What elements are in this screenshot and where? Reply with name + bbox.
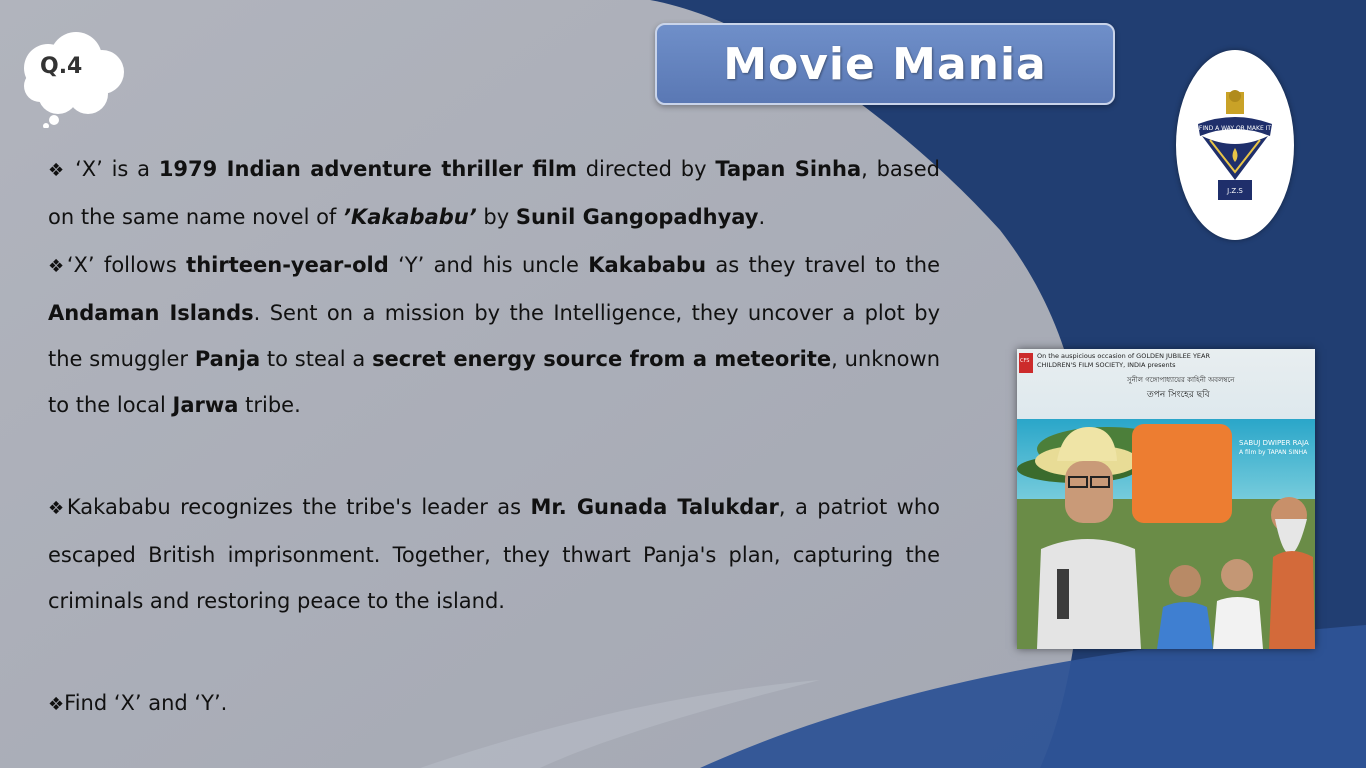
text-segment: directed by — [576, 157, 716, 181]
text-segment: as they travel to the — [706, 253, 940, 277]
text-segment: ‘X’ follows — [66, 253, 187, 277]
paragraph-4: ❖Find ‘X’ and ‘Y’. — [48, 680, 940, 728]
paragraph-2: ❖‘X’ follows thirteen-year-old ‘Y’ and h… — [48, 242, 940, 428]
title-banner: Movie Mania — [655, 23, 1115, 105]
question-number: Q.4 — [40, 54, 83, 79]
bold-text: Sunil Gangopadhyay — [515, 205, 759, 229]
text-segment: ‘Y’ and his uncle — [388, 253, 589, 277]
text-segment: . — [758, 205, 766, 229]
emblem-initials: J.Z.S — [1226, 187, 1243, 195]
poster-bengali-line-1: সুনীল গঙ্গোপাধ্যায়ের কাহিনী অবলম্বনে — [1127, 376, 1235, 384]
bold-text: ’Kakababu’ — [343, 205, 477, 229]
text-segment: ‘X’ is a — [75, 157, 159, 181]
movie-poster: On the auspicious occasion of GOLDEN JUB… — [1017, 349, 1315, 649]
text-segment: Find ‘X’ and ‘Y’. — [64, 691, 228, 715]
bullet-icon: ❖ — [48, 498, 67, 519]
poster-bengali-line-2: তপন সিংহের ছবি — [1147, 390, 1210, 400]
bold-text: Tapan Sinha — [715, 157, 862, 181]
paragraph-3: ❖Kakababu recognizes the tribe's leader … — [48, 484, 940, 624]
paragraph-1: ❖ ‘X’ is a 1979 Indian adventure thrille… — [48, 146, 940, 240]
poster-top-line-2: CHILDREN'S FILM SOCIETY, INDIA presents — [1037, 361, 1176, 369]
bold-text: Panja — [194, 347, 261, 371]
bullet-icon: ❖ — [48, 160, 67, 181]
poster-overlay-box — [1132, 424, 1232, 523]
text-segment: Kakababu recognizes the tribe's leader a… — [66, 495, 531, 519]
text-segment: tribe. — [238, 393, 301, 417]
bold-text: secret energy source from a meteorite — [372, 347, 832, 371]
slide-title: Movie Mania — [723, 38, 1047, 90]
bold-text: 1979 Indian adventure thriller film — [158, 157, 577, 181]
bullet-icon: ❖ — [48, 256, 67, 277]
emblem-motto: FIND A WAY OR MAKE IT — [1199, 125, 1272, 132]
school-emblem: FIND A WAY OR MAKE IT J.Z.S — [1176, 50, 1294, 240]
bold-text: Kakababu — [588, 253, 707, 277]
bold-text: Jarwa — [172, 393, 239, 417]
bold-text: Mr. Gunada Talukdar — [530, 495, 779, 519]
poster-badge: CFS — [1020, 358, 1030, 364]
text-segment: to steal a — [260, 347, 373, 371]
emblem-icon: FIND A WAY OR MAKE IT J.Z.S — [1198, 90, 1272, 200]
bullet-icon: ❖ — [48, 694, 65, 715]
poster-film-title: SABUJ DWIPER RAJA — [1239, 439, 1309, 447]
poster-credit: A film by TAPAN SINHA — [1239, 449, 1308, 456]
poster-top-line-1: On the auspicious occasion of GOLDEN JUB… — [1037, 352, 1210, 360]
question-body: ❖ ‘X’ is a 1979 Indian adventure thrille… — [48, 146, 940, 728]
text-segment: by — [476, 205, 516, 229]
bold-text: thirteen-year-old — [186, 253, 389, 277]
bold-text: Andaman Islands — [48, 301, 254, 325]
